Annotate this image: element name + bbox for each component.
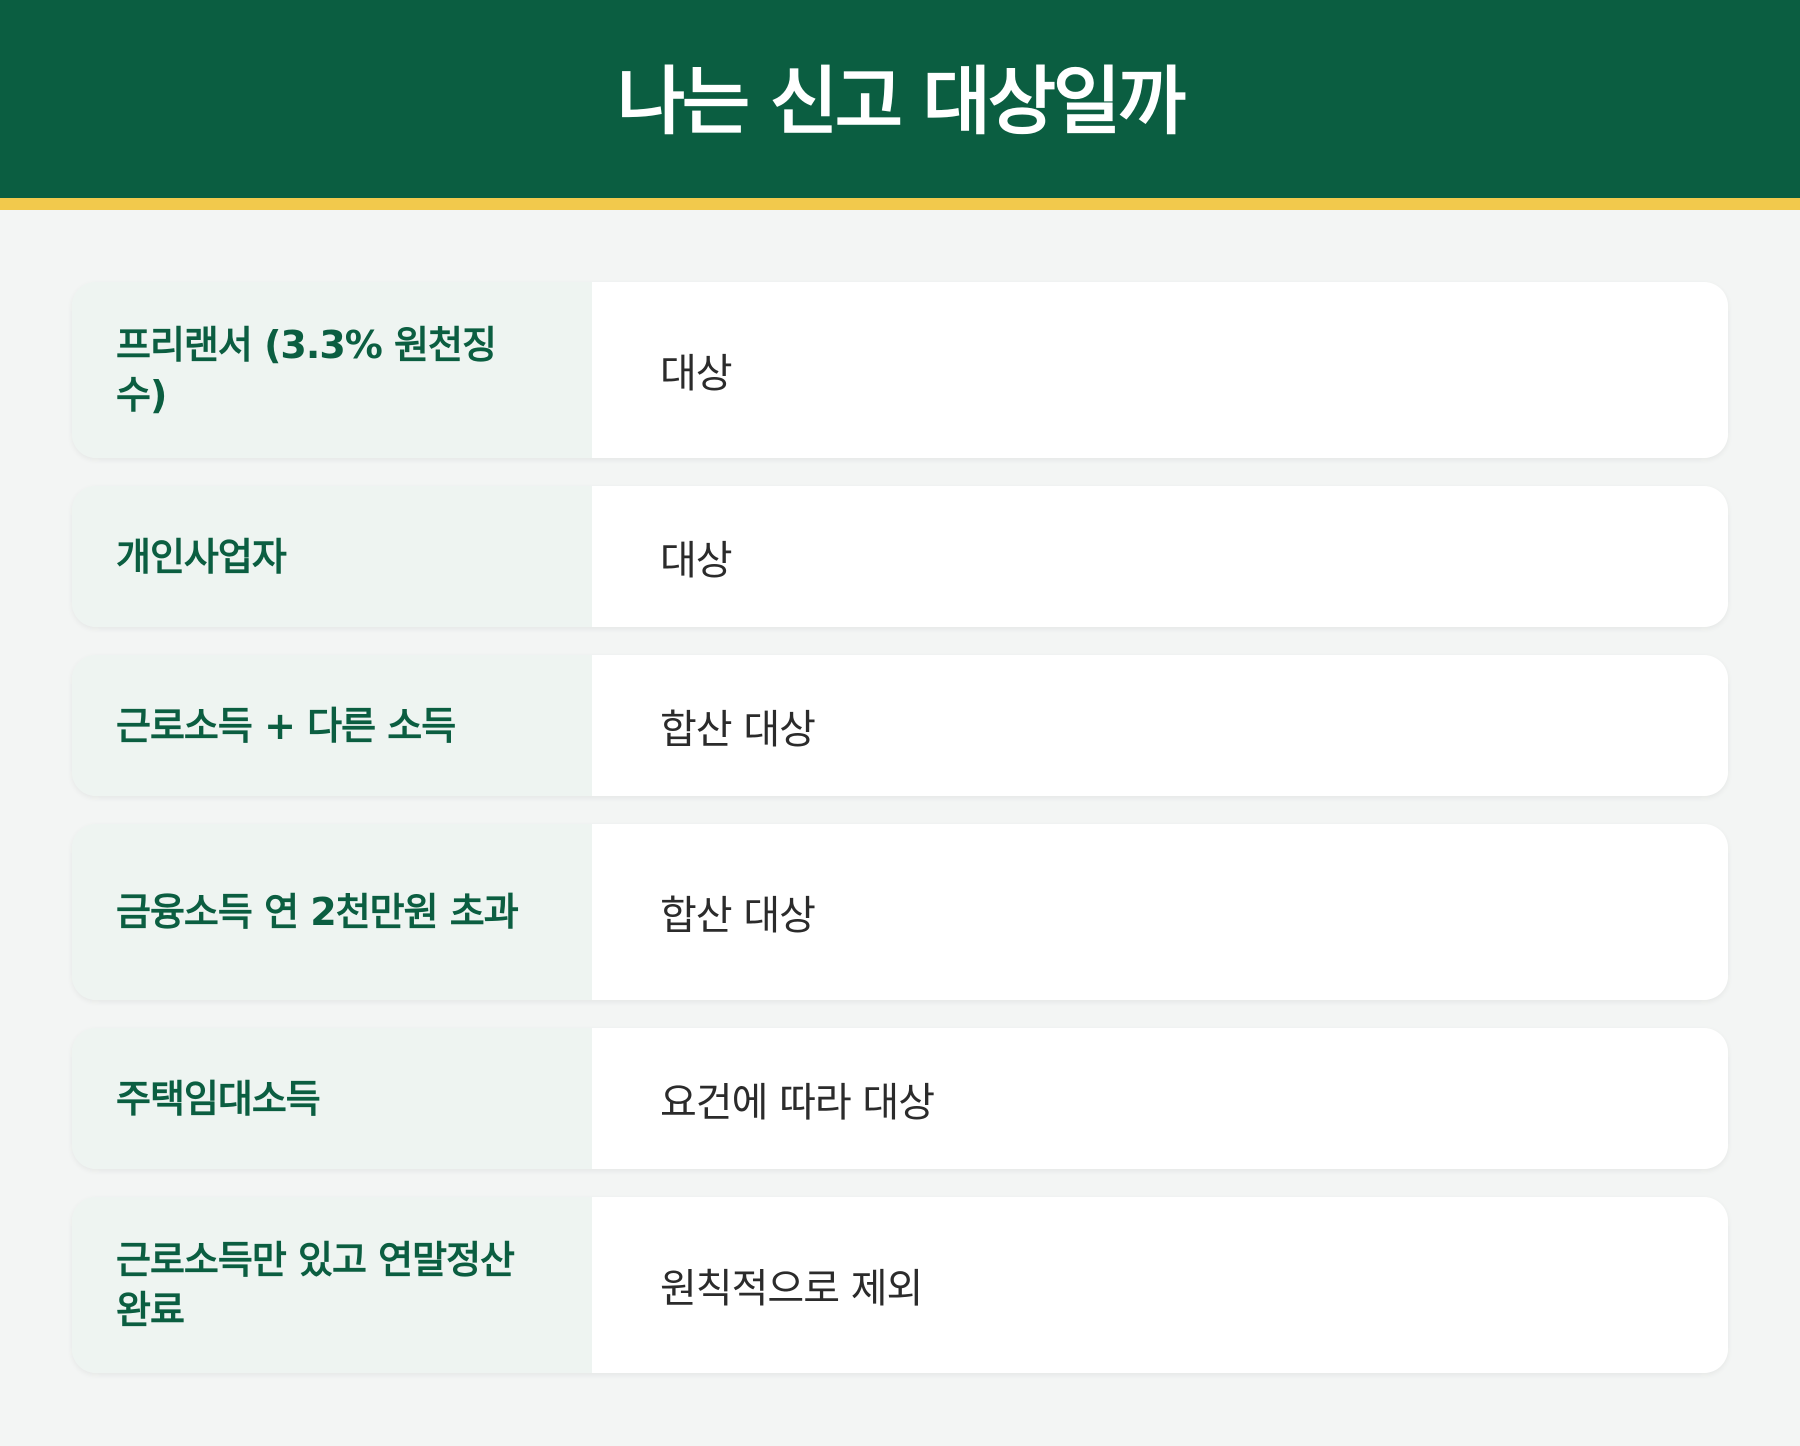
table-row: 개인사업자 대상 [72, 486, 1728, 627]
table-row: 주택임대소득 요건에 따라 대상 [72, 1028, 1728, 1169]
row-label: 금융소득 연 2천만원 초과 [72, 824, 592, 1000]
page-header: 나는 신고 대상일까 [0, 0, 1800, 210]
row-label: 근로소득만 있고 연말정산 완료 [72, 1197, 592, 1373]
row-label: 근로소득 + 다른 소득 [72, 655, 592, 796]
row-label: 개인사업자 [72, 486, 592, 627]
row-value: 합산 대상 [592, 824, 1728, 1000]
page-title: 나는 신고 대상일까 [616, 58, 1186, 145]
row-value: 원칙적으로 제외 [592, 1197, 1728, 1373]
table-row: 금융소득 연 2천만원 초과 합산 대상 [72, 824, 1728, 1000]
table-row: 근로소득 + 다른 소득 합산 대상 [72, 655, 1728, 796]
row-value: 대상 [592, 486, 1728, 627]
table-row: 프리랜서 (3.3% 원천징수) 대상 [72, 282, 1728, 458]
row-label: 주택임대소득 [72, 1028, 592, 1169]
eligibility-table: 프리랜서 (3.3% 원천징수) 대상 개인사업자 대상 근로소득 + 다른 소… [72, 282, 1728, 1401]
table-row: 근로소득만 있고 연말정산 완료 원칙적으로 제외 [72, 1197, 1728, 1373]
row-value: 요건에 따라 대상 [592, 1028, 1728, 1169]
row-value: 합산 대상 [592, 655, 1728, 796]
row-value: 대상 [592, 282, 1728, 458]
row-label: 프리랜서 (3.3% 원천징수) [72, 282, 592, 458]
